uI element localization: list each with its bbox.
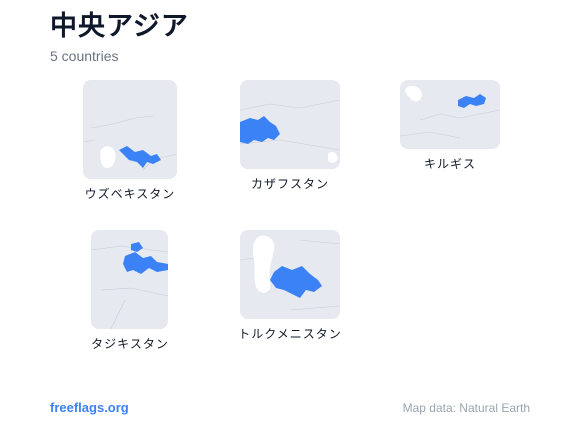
country-label-uzbekistan: ウズベキスタン	[84, 187, 176, 201]
map-thumbnail-kyrgyzstan[interactable]	[400, 80, 500, 149]
map-kyrgyzstan	[400, 80, 500, 149]
map-uzbekistan	[83, 80, 177, 179]
country-label-tajikistan: タジキスタン	[91, 337, 169, 351]
map-thumbnail-turkmenistan[interactable]	[240, 230, 340, 319]
country-count: 5 countries	[50, 48, 119, 64]
map-tajikistan	[91, 230, 168, 329]
map-data-credit: Map data: Natural Earth	[402, 401, 530, 415]
country-label-turkmenistan: トルクメニスタン	[238, 327, 342, 341]
country-label-kazakhstan: カザフスタン	[250, 177, 330, 191]
country-label-kyrgyzstan: キルギス	[423, 157, 477, 171]
page-title: 中央アジア	[50, 11, 189, 42]
page-header: 中央アジア 5 countries	[50, 10, 189, 64]
map-thumbnail-uzbekistan[interactable]	[83, 80, 177, 179]
map-thumbnail-kazakhstan[interactable]	[240, 80, 340, 169]
brand-link[interactable]: freeflags.org	[50, 400, 129, 415]
map-turkmenistan	[240, 230, 340, 319]
map-thumbnail-tajikistan[interactable]	[91, 230, 168, 329]
map-kazakhstan	[240, 80, 340, 169]
